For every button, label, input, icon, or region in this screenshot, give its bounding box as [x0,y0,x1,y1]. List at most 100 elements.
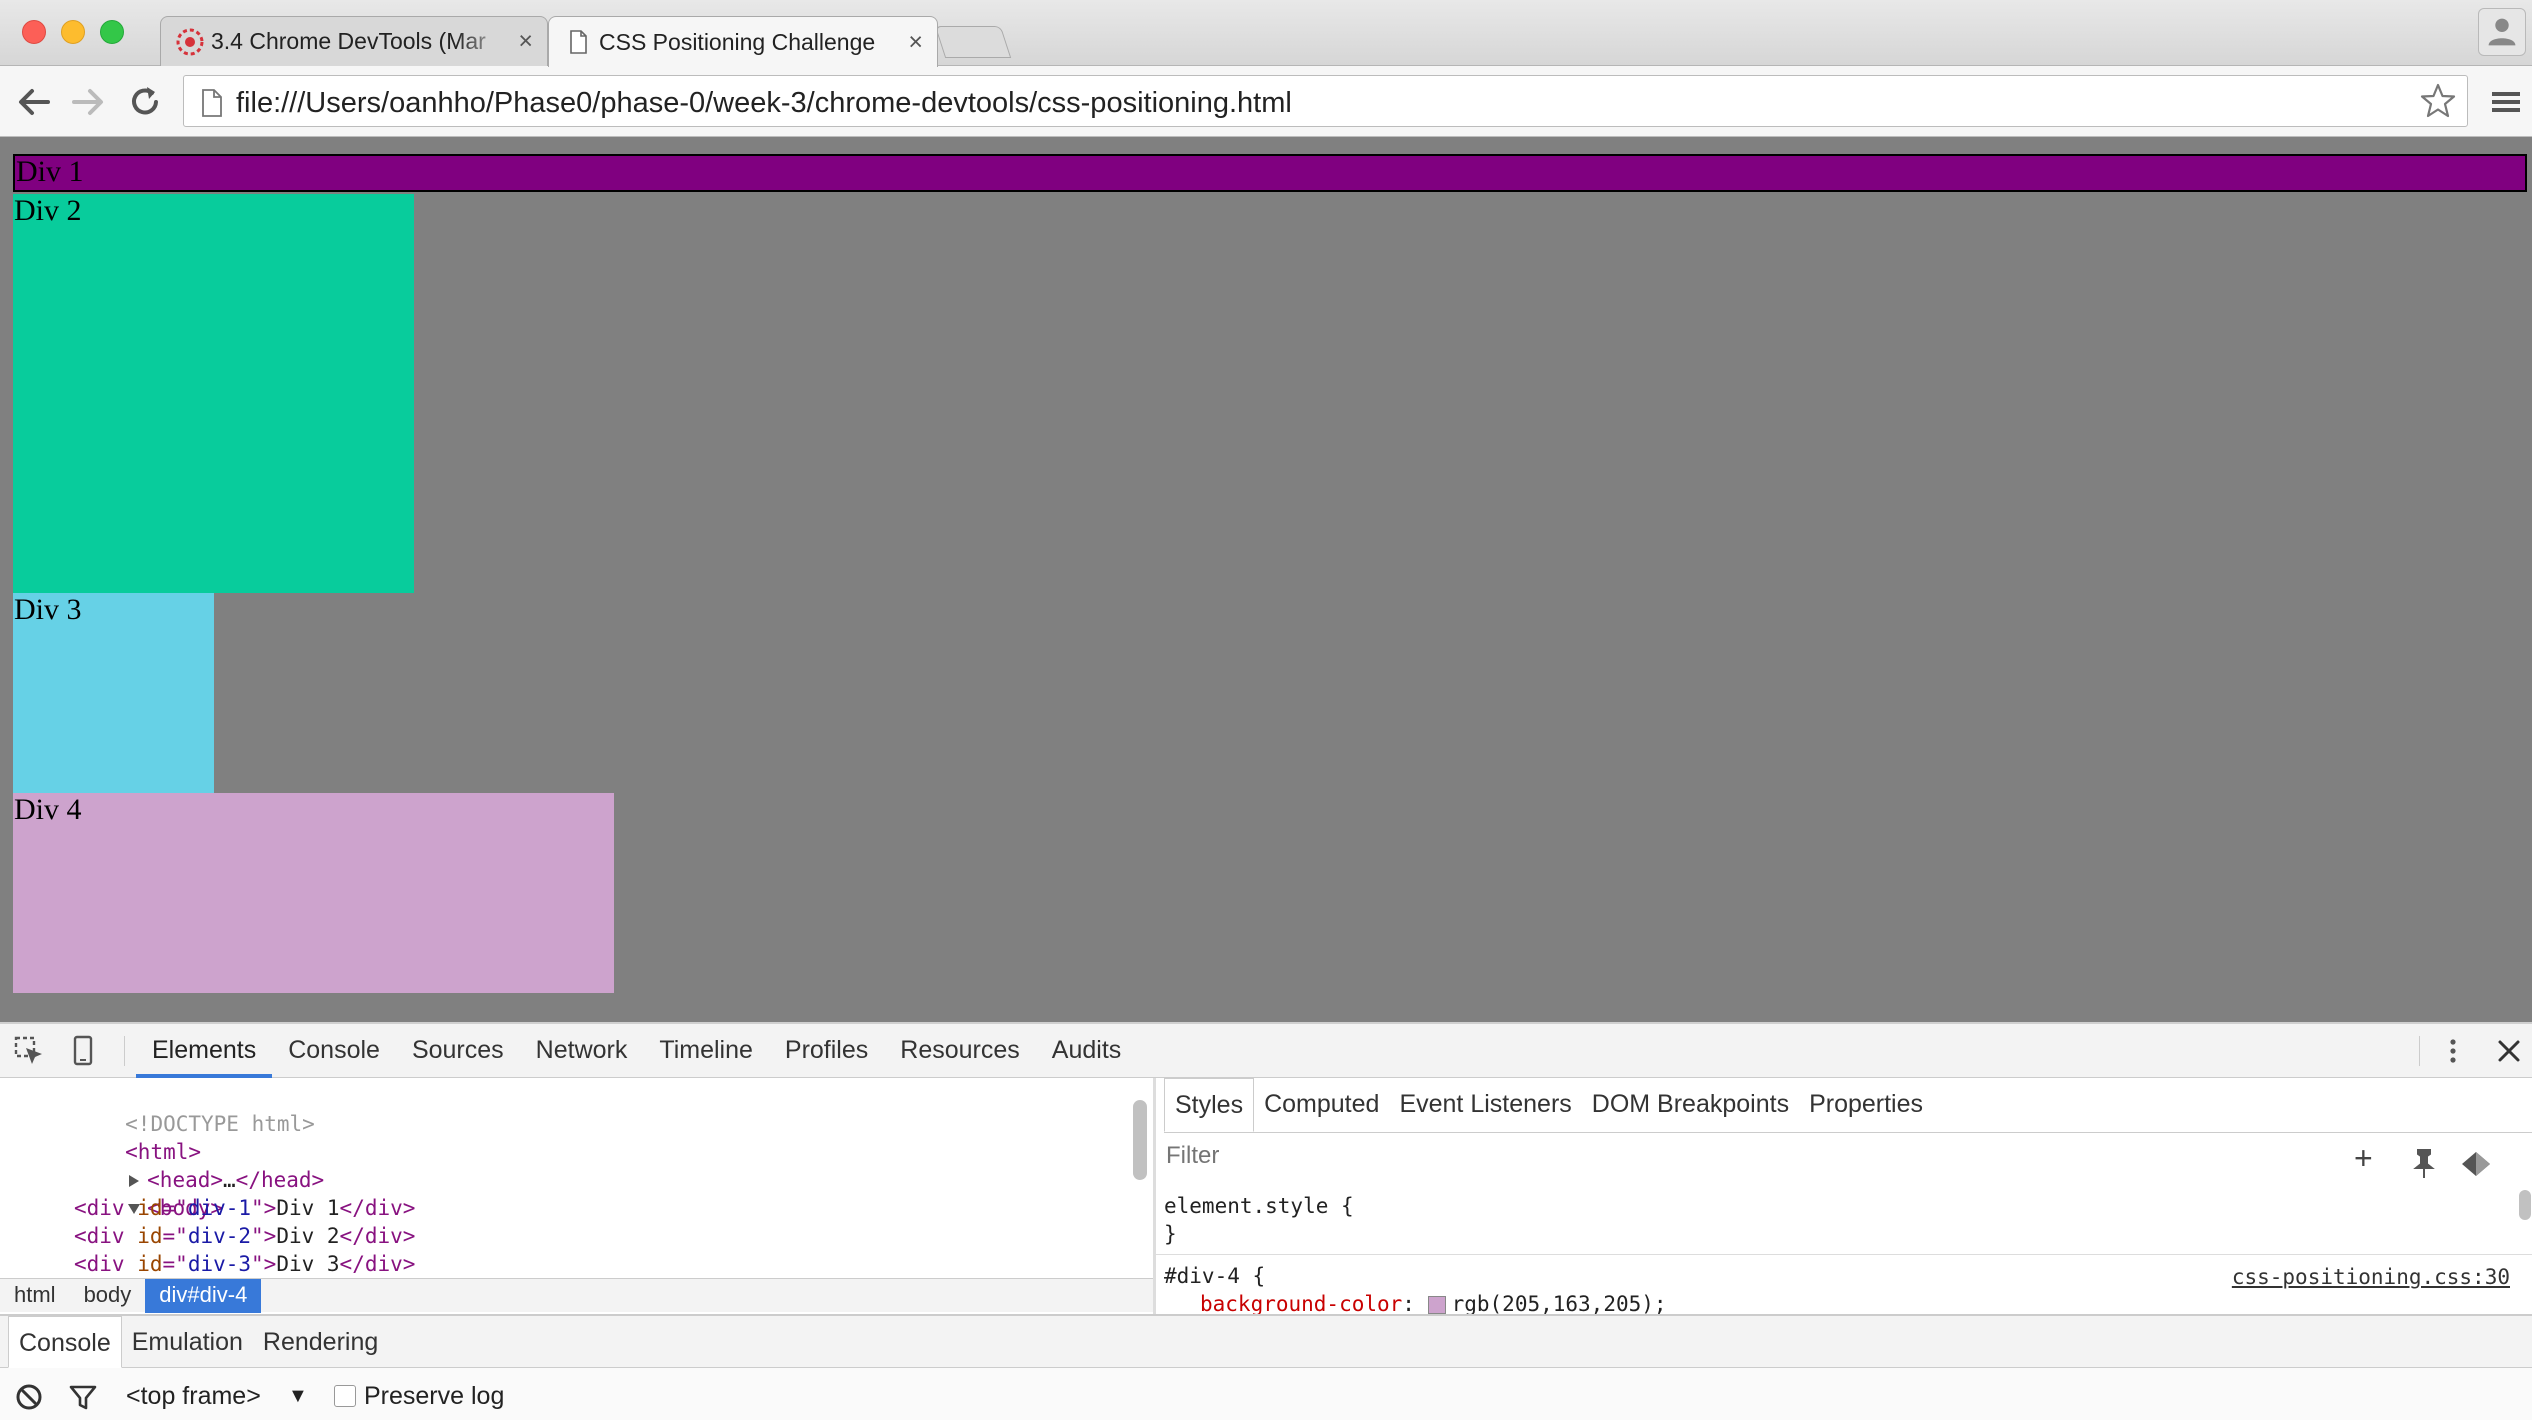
tab-resources[interactable]: Resources [884,1024,1036,1078]
tab-css-positioning[interactable]: CSS Positioning Challenge × [548,16,938,67]
styles-scrollbar[interactable] [2519,1190,2531,1220]
address-bar[interactable]: file:///Users/oanhho/Phase0/phase-0/week… [183,75,2468,127]
tab-timeline[interactable]: Timeline [643,1024,769,1078]
breadcrumb-body[interactable]: body [70,1279,146,1313]
div-close-tag: </div> [339,1252,416,1276]
div-close-tag: </div> [339,1196,416,1220]
console-drawer: Console Emulation Rendering <top frame> … [0,1314,2532,1420]
tab-profiles[interactable]: Profiles [769,1024,884,1078]
dom-tree: <!DOCTYPE html> <html> <head>…</head> <b… [0,1078,1130,1278]
div-4-selector: #div-4 { [1164,1264,1266,1288]
color-swatch[interactable] [1427,1296,1446,1314]
tab-computed[interactable]: Computed [1254,1078,1389,1132]
tab-sources[interactable]: Sources [396,1024,520,1078]
device-mode-icon[interactable] [66,1034,100,1068]
div-4-rule[interactable]: #div-4 { [1164,1262,1265,1290]
tab-console[interactable]: Console [272,1024,396,1078]
tab-event-listeners[interactable]: Event Listeners [1389,1078,1581,1132]
div-2-label: Div 2 [14,194,82,227]
rule-close-brace: } [1164,1222,1177,1246]
rule-source-link[interactable]: css-positioning.css:30 [2232,1265,2510,1289]
clear-console-icon[interactable] [14,1382,44,1412]
pin-state-icon[interactable] [2406,1146,2442,1182]
page-icon [202,89,222,117]
devtools-tabs: Elements Console Sources Network Timelin… [136,1024,1137,1078]
css-property-name[interactable]: background-color [1200,1292,1402,1316]
dom-div-row[interactable]: <div id="div-1">Div 1</div> [74,1194,415,1222]
tab-close-icon[interactable]: × [908,28,923,57]
drawer-tab-emulation[interactable]: Emulation [122,1316,253,1368]
attr-end: "> [251,1224,277,1248]
url-text: file:///Users/oanhho/Phase0/phase-0/week… [236,87,1292,119]
styles-filter-input[interactable] [1166,1142,1766,1170]
dom-div-row[interactable]: <div id="div-2">Div 2</div> [74,1222,415,1250]
attr-eq: =" [162,1196,188,1220]
more-options-icon[interactable] [2436,1034,2470,1068]
div-4-box: Div 4 [13,793,614,993]
inspect-element-icon[interactable] [12,1034,46,1068]
profile-button[interactable] [2478,8,2526,56]
page-viewport: Div 1 Div 2 Div 3 Div 4 [0,137,2532,1022]
attr-end: "> [251,1196,277,1220]
close-devtools-icon[interactable] [2492,1034,2526,1068]
preserve-log-checkbox[interactable] [334,1385,356,1407]
frame-dropdown-arrow-icon[interactable]: ▼ [288,1385,308,1408]
preserve-log-label[interactable]: Preserve log [364,1382,504,1411]
div-open-tag: <div [74,1196,138,1220]
frame-selector[interactable]: <top frame> [126,1382,261,1411]
minimize-window-button[interactable] [61,20,85,44]
reload-icon[interactable] [125,82,165,122]
css-property-value[interactable]: rgb(205,163,205); [1452,1292,1667,1316]
attr-value: div-2 [187,1224,252,1248]
attr-name: id [137,1252,163,1276]
tab-elements[interactable]: Elements [136,1024,273,1078]
person-icon [2488,18,2516,46]
drawer-tab-console[interactable]: Console [8,1316,122,1368]
tab-chrome-devtools[interactable]: 3.4 Chrome DevTools (Mar × [160,16,548,66]
tab-styles[interactable]: Styles [1164,1078,1255,1132]
close-window-button[interactable] [22,20,46,44]
div-text: Div 1 [276,1196,340,1220]
head-close-tag: </head> [235,1168,325,1192]
div-2-box: Div 2 [13,194,414,593]
drawer-tab-rendering[interactable]: Rendering [253,1316,388,1368]
new-style-rule-icon[interactable]: + [2354,1140,2390,1176]
bookmark-star-icon[interactable] [2419,82,2457,120]
div-1-box: Div 1 [13,154,2527,192]
div-text: Div 3 [276,1252,340,1276]
tab-audits[interactable]: Audits [1036,1024,1137,1078]
dom-div-row[interactable]: <div id="div-3">Div 3</div> [74,1250,415,1278]
attr-name: id [137,1196,163,1220]
chrome-menu-icon[interactable] [2490,86,2522,118]
tab-close-icon[interactable]: × [518,27,533,56]
toolbar-divider [2419,1036,2420,1066]
new-tab-button[interactable] [934,26,1012,58]
devtools-toolbar: Elements Console Sources Network Timelin… [0,1024,2532,1078]
tab-properties[interactable]: Properties [1799,1078,1933,1132]
element-style-rule[interactable]: element.style { [1164,1192,1354,1220]
tab-title: CSS Positioning Challenge [599,28,876,55]
color-format-icon[interactable] [2458,1146,2494,1182]
zoom-window-button[interactable] [100,20,124,44]
attr-end: "> [251,1252,277,1276]
tab-dom-breakpoints[interactable]: DOM Breakpoints [1582,1078,1799,1132]
breadcrumb-html[interactable]: html [0,1279,70,1313]
back-arrow-icon[interactable] [14,82,54,122]
toolbar-divider [124,1036,125,1066]
attr-value: div-3 [187,1252,252,1276]
head-ellipsis: … [223,1168,236,1192]
breadcrumb-div-4[interactable]: div#div-4 [145,1279,262,1313]
div-1-label: Div 1 [16,155,84,188]
console-toolbar: <top frame> ▼ Preserve log [0,1368,2532,1420]
tab-network[interactable]: Network [520,1024,644,1078]
css-colon: : [1402,1292,1415,1316]
div-open-tag: <div [74,1252,138,1276]
forward-arrow-icon[interactable] [68,82,108,122]
dom-scrollbar[interactable] [1133,1100,1147,1180]
page-favicon-icon [570,30,587,54]
styles-tabs: Styles Computed Event Listeners DOM Brea… [1164,1078,2532,1133]
filter-icon[interactable] [68,1382,98,1412]
breadcrumb: html body div#div-4 [0,1278,1153,1313]
styles-pane: Styles Computed Event Listeners DOM Brea… [1156,1078,2532,1336]
div-text: Div 2 [276,1224,340,1248]
